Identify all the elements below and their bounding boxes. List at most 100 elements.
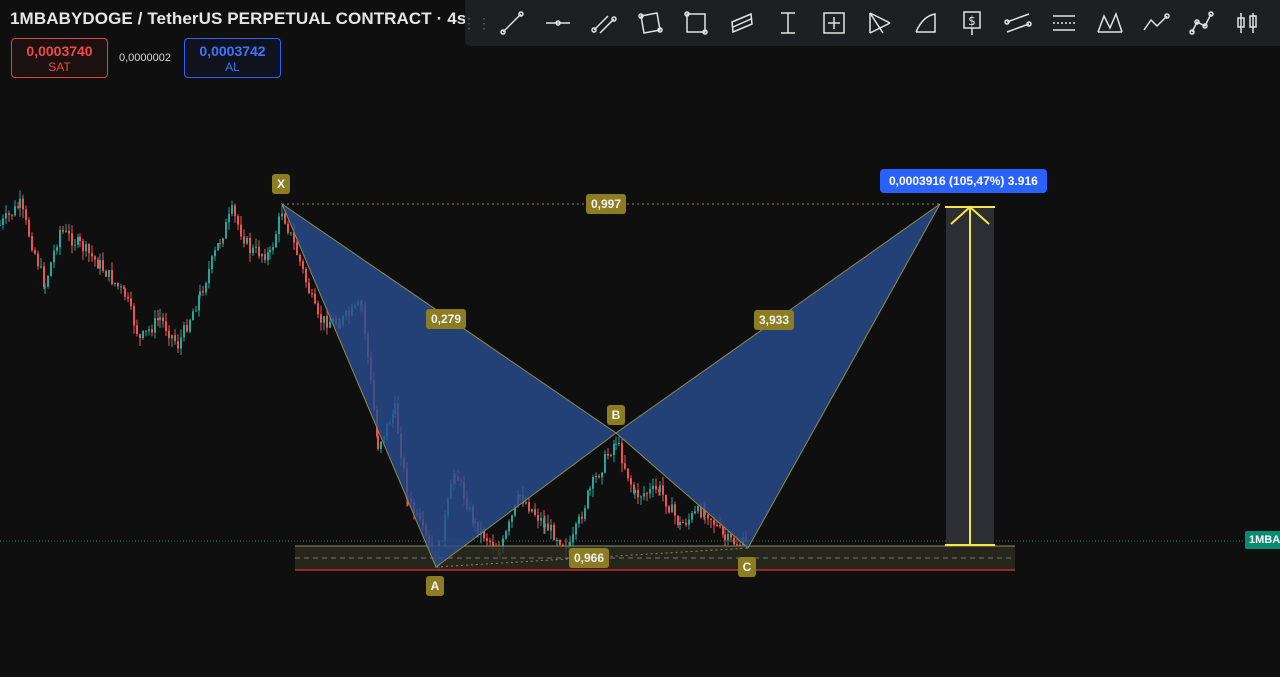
candle-body [31, 236, 33, 251]
candle-body [53, 250, 55, 263]
candle-body [189, 320, 191, 332]
candle-body [314, 293, 316, 304]
candle-body [685, 522, 687, 525]
candle-body [219, 243, 221, 245]
candle-body [511, 515, 513, 522]
candle-body [595, 475, 597, 478]
candle-body [255, 246, 257, 248]
candle-body [186, 325, 188, 332]
ratio-ab-label: 0,279 [426, 309, 467, 329]
candle-body [174, 335, 176, 342]
pattern-icon[interactable] [1087, 3, 1133, 43]
candle-body [267, 252, 269, 261]
candle-body [117, 282, 119, 287]
candle-body [8, 213, 10, 215]
point-x-label[interactable]: X [272, 174, 290, 194]
candle-body [311, 293, 313, 295]
drag-handle-icon[interactable]: ⋮⋮ [462, 15, 491, 32]
harmonic-pattern[interactable] [280, 202, 941, 568]
candle-body [225, 222, 227, 239]
candle-body [269, 249, 271, 253]
candle-body [320, 314, 322, 323]
candle-body [296, 242, 298, 255]
candle-body [553, 524, 555, 541]
projection-icon[interactable] [1041, 3, 1087, 43]
candle-body [694, 511, 696, 514]
candle-body [94, 256, 96, 260]
candle-body [556, 540, 558, 542]
vertical-line-icon[interactable] [765, 3, 811, 43]
candle-body [11, 214, 13, 216]
candle-body [697, 506, 699, 512]
candle-body [739, 544, 741, 546]
candle-body [62, 229, 64, 232]
price-range-measure[interactable] [945, 205, 995, 546]
candle-body [489, 540, 491, 543]
candle-body [707, 514, 709, 519]
candle-body [528, 502, 530, 512]
candle-body [127, 296, 129, 299]
candle-body [211, 256, 213, 270]
candle-body [124, 288, 126, 297]
point-a-label[interactable]: A [426, 576, 444, 596]
trend-line-icon[interactable] [489, 3, 535, 43]
candle-body [136, 325, 138, 335]
candle-body [243, 236, 245, 244]
candle-body [171, 335, 173, 339]
price-label-icon[interactable]: $ [949, 3, 995, 43]
candle-body [587, 490, 589, 509]
fib-fan-icon[interactable] [857, 3, 903, 43]
candle-body [139, 334, 141, 339]
candle-body [214, 250, 216, 257]
candle-body [634, 489, 636, 494]
point-b-label[interactable]: B [607, 405, 625, 425]
candle-body [287, 223, 289, 233]
candle-body [111, 269, 113, 285]
candle-body [655, 485, 657, 490]
price-chart[interactable] [0, 0, 1280, 677]
candle-body [195, 310, 197, 312]
candle-body [19, 198, 21, 208]
candle-body [28, 219, 30, 237]
candle-body [615, 443, 617, 445]
candle-body [326, 315, 328, 328]
point-c-label[interactable]: C [738, 557, 756, 577]
candle-body [2, 218, 4, 225]
candle-body [105, 270, 107, 277]
ratio-ac-label: 0,966 [569, 548, 610, 568]
sell-button[interactable]: 0,0003740 SAT [11, 38, 108, 78]
candle-body [252, 247, 254, 254]
candle-body [719, 525, 721, 527]
candle-body [202, 291, 204, 293]
box-icon[interactable] [673, 3, 719, 43]
candle-body [159, 317, 161, 321]
candle-body [205, 283, 207, 293]
candle-body [82, 241, 84, 252]
candle-body [264, 254, 266, 261]
candle-body [505, 531, 507, 539]
arc-icon[interactable] [903, 3, 949, 43]
candle-body [258, 246, 260, 257]
candle-body [56, 247, 58, 251]
candle-body [284, 213, 286, 224]
candle-body [624, 463, 626, 469]
buy-button[interactable]: 0,0003742 AL [184, 38, 281, 78]
zigzag-icon[interactable] [1133, 3, 1179, 43]
candle-icon[interactable] [1225, 3, 1271, 43]
horizontal-ray-icon[interactable] [535, 3, 581, 43]
rectangle-icon[interactable] [627, 3, 673, 43]
candle-body [50, 262, 52, 277]
path-icon[interactable] [719, 3, 765, 43]
parallel-channel-icon[interactable] [581, 3, 627, 43]
candle-body [168, 331, 170, 339]
candle-body [162, 317, 164, 322]
multi-line-icon[interactable] [995, 3, 1041, 43]
candle-body [727, 533, 729, 541]
candle-body [234, 205, 236, 217]
buy-label: AL [225, 60, 240, 74]
crosshair-icon[interactable] [811, 3, 857, 43]
points-icon[interactable] [1179, 3, 1225, 43]
candle-body [102, 260, 104, 271]
candle-body [222, 238, 224, 244]
candle-body [183, 325, 185, 338]
